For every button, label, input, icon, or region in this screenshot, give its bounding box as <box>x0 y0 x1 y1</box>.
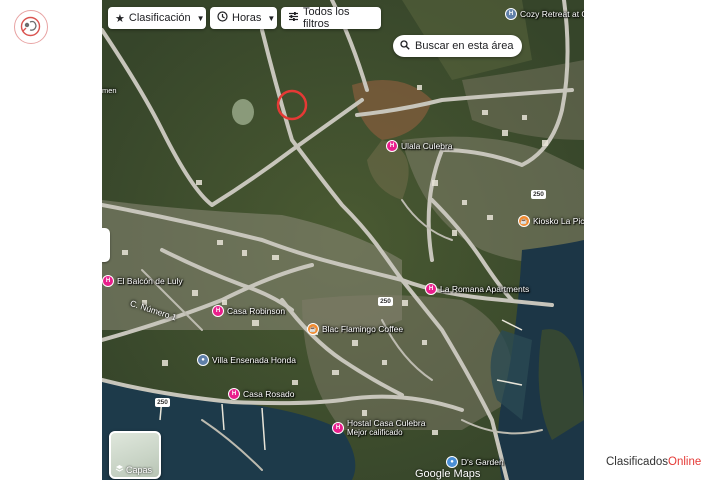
map-place-label: Casa Robinson <box>227 306 285 316</box>
brand-text-accent: Online <box>668 456 702 468</box>
map-place-label: Blac Flamingo Coffee <box>322 324 403 334</box>
map-place-label: El Balcón de Luly <box>117 276 183 286</box>
search-icon <box>400 39 410 53</box>
place-pin-icon: ● <box>446 456 458 468</box>
map-place-11[interactable]: ● D's Garden <box>446 456 504 468</box>
map-place-name: La Romana Apartments <box>440 284 530 294</box>
hotel-pin-icon: H <box>102 275 114 287</box>
star-icon: ★ <box>115 12 125 25</box>
road-label: men <box>102 86 117 95</box>
logo-emblem-icon <box>20 16 41 37</box>
layers-icon <box>115 464 124 475</box>
hotel-pin-icon: H <box>386 140 398 152</box>
map-place-name: Casa Rosado <box>243 389 295 399</box>
map-place-2[interactable]: H Ulala Culebra <box>386 140 453 152</box>
map-place-label: Ulala Culebra <box>401 141 453 151</box>
chevron-down-icon: ▼ <box>196 13 205 23</box>
map-view[interactable]: ★ Clasificación ▼ Horas ▼ Todos los filt… <box>102 0 584 480</box>
hotel-pin-icon: H <box>228 388 240 400</box>
hotel-pin-icon: H <box>332 421 344 434</box>
place-pin-icon: ● <box>197 354 209 366</box>
map-place-label: Villa Ensenada Honda <box>212 355 296 365</box>
route-shield: 250 <box>155 398 170 407</box>
map-place-name: El Balcón de Luly <box>117 276 183 286</box>
map-place-label: Kiosko La Pic <box>533 216 584 226</box>
map-place-1[interactable]: HCozy Retreat at Culebra <box>505 8 584 20</box>
map-place-name: Cozy Retreat at Culebra <box>520 9 584 19</box>
map-place-name: Blac Flamingo Coffee <box>322 324 404 334</box>
food-pin-icon: ☕ <box>307 323 319 335</box>
rating-filter-button[interactable]: ★ Clasificación ▼ <box>108 7 206 29</box>
search-this-area-button[interactable]: Buscar en esta área <box>393 35 523 57</box>
hotel-pin-icon: H <box>425 283 437 295</box>
hours-filter-label: Horas <box>232 12 262 24</box>
map-place-name: Villa Ensenada Honda <box>212 355 296 365</box>
rating-filter-label: Clasificación <box>128 12 191 24</box>
map-place-7[interactable]: ☕ Blac Flamingo Coffee <box>307 323 403 335</box>
map-place-label: Hostal Casa Culebra Mejor calificado <box>347 418 425 437</box>
satellite-imagery <box>102 0 584 480</box>
chevron-down-icon: ▼ <box>267 13 276 23</box>
map-place-9[interactable]: H Casa Rosado <box>228 388 295 400</box>
clock-icon <box>217 11 228 25</box>
map-place-8[interactable]: ● Villa Ensenada Honda <box>197 354 296 366</box>
layers-label: Capas <box>126 464 153 475</box>
brand-watermark: ClasificadosOnline <box>606 456 701 468</box>
map-place-name: Kiosko La Pic <box>533 216 584 226</box>
map-place-label: Casa Rosado <box>243 389 295 399</box>
map-place-subtitle: Mejor calificado <box>347 428 403 437</box>
layers-button[interactable]: Capas <box>109 431 161 479</box>
map-place-name: D's Garden <box>461 457 504 467</box>
route-shield: 250 <box>378 297 393 306</box>
hotel-pin-icon: H <box>212 305 224 317</box>
map-place-name: Casa Robinson <box>227 306 286 316</box>
search-this-area-label: Buscar en esta área <box>415 40 514 52</box>
filter-sliders-icon <box>288 11 299 25</box>
map-place-10[interactable]: H Hostal Casa Culebra Mejor calificado <box>332 418 425 437</box>
hotel-pin-icon: H <box>505 8 517 20</box>
map-place-label: D's Garden <box>461 457 504 467</box>
map-place-3[interactable]: ☕ Kiosko La Pic <box>518 215 584 227</box>
food-pin-icon: ☕ <box>518 215 530 227</box>
route-shield: 250 <box>531 190 546 199</box>
map-place-name: Hostal Casa Culebra <box>347 418 426 428</box>
brand-text-main: Clasificados <box>606 456 668 468</box>
map-place-4[interactable]: H El Balcón de Luly <box>102 275 183 287</box>
map-place-label: La Romana Apartments <box>440 284 529 294</box>
all-filters-button[interactable]: Todos los filtros <box>281 6 381 30</box>
map-place-6[interactable]: H Casa Robinson <box>212 305 285 317</box>
hours-filter-button[interactable]: Horas ▼ <box>210 7 277 29</box>
map-place-5[interactable]: H La Romana Apartments <box>425 283 529 295</box>
all-filters-label: Todos los filtros <box>303 6 350 30</box>
map-place-name: Ulala Culebra <box>401 141 453 151</box>
site-logo[interactable] <box>14 10 48 44</box>
side-panel-toggle[interactable] <box>102 228 110 262</box>
map-place-label: Cozy Retreat at Culebra <box>520 9 584 19</box>
map-attribution: Google Maps <box>415 468 481 480</box>
